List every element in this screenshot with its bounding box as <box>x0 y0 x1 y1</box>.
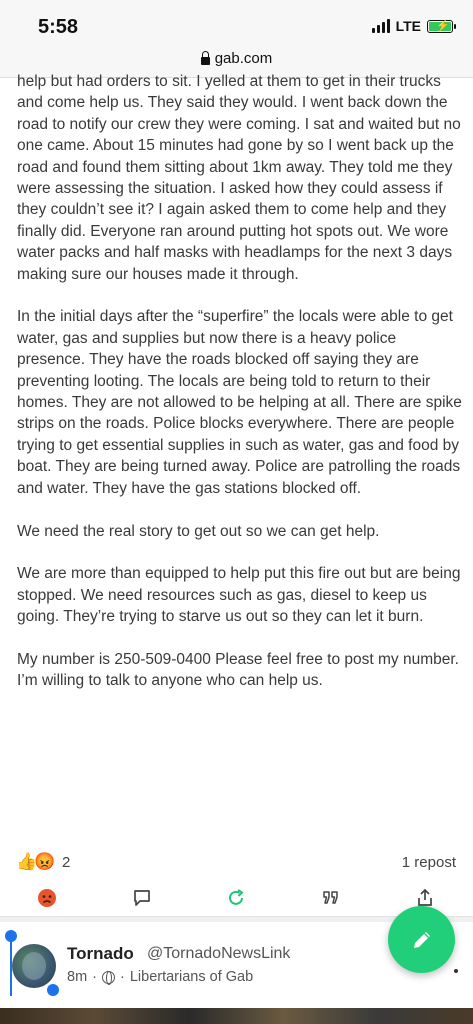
compose-button[interactable] <box>388 906 455 973</box>
globe-icon <box>102 970 115 985</box>
url-text: gab.com <box>214 50 273 67</box>
selection-handle-top[interactable] <box>5 930 17 942</box>
meta-separator: · <box>120 969 125 985</box>
more-options-icon[interactable] <box>454 969 458 973</box>
react-icon[interactable] <box>35 886 59 910</box>
comment-icon[interactable] <box>130 886 154 910</box>
author-display-name[interactable]: Tornado <box>67 944 134 964</box>
signal-icon <box>371 19 390 33</box>
media-preview-strip[interactable] <box>0 1008 473 1024</box>
repost-count[interactable]: 1 repost <box>402 854 456 871</box>
network-type: LTE <box>395 18 421 34</box>
angry-face-icon[interactable]: 😡 <box>34 852 55 872</box>
post-paragraph: help but had orders to sit. I yelled at … <box>17 73 461 283</box>
post-paragraph: We need the real story to get out so we … <box>17 522 380 540</box>
post-time[interactable]: 8m <box>67 969 87 985</box>
pencil-icon <box>413 931 430 948</box>
status-bar: 5:58 LTE ⚡ <box>0 0 473 50</box>
post-paragraph: We are more than equipped to help put th… <box>17 565 461 626</box>
repost-icon[interactable] <box>224 886 248 910</box>
quote-icon[interactable] <box>319 886 343 910</box>
post-meta: 8m · · Libertarians of Gab <box>67 969 253 985</box>
group-name[interactable]: Libertarians of Gab <box>130 969 253 985</box>
lock-icon <box>200 50 210 65</box>
post-paragraph: In the initial days after the “superfire… <box>17 308 462 497</box>
reaction-count[interactable]: 2 <box>62 854 70 871</box>
avatar[interactable] <box>12 944 56 988</box>
battery-icon: ⚡ <box>427 19 456 33</box>
post-paragraph: My number is 250-509-0400 Please feel fr… <box>17 650 459 690</box>
selection-handle-bottom[interactable] <box>47 984 59 996</box>
post-body: help but had orders to sit. I yelled at … <box>17 73 463 713</box>
status-time: 5:58 <box>38 16 79 38</box>
reactions-row: 👍 😡 2 1 repost <box>16 852 456 876</box>
network-status: LTE ⚡ <box>371 18 456 34</box>
author-handle[interactable]: @TornadoNewsLink <box>147 945 290 963</box>
meta-separator: · <box>92 969 97 985</box>
